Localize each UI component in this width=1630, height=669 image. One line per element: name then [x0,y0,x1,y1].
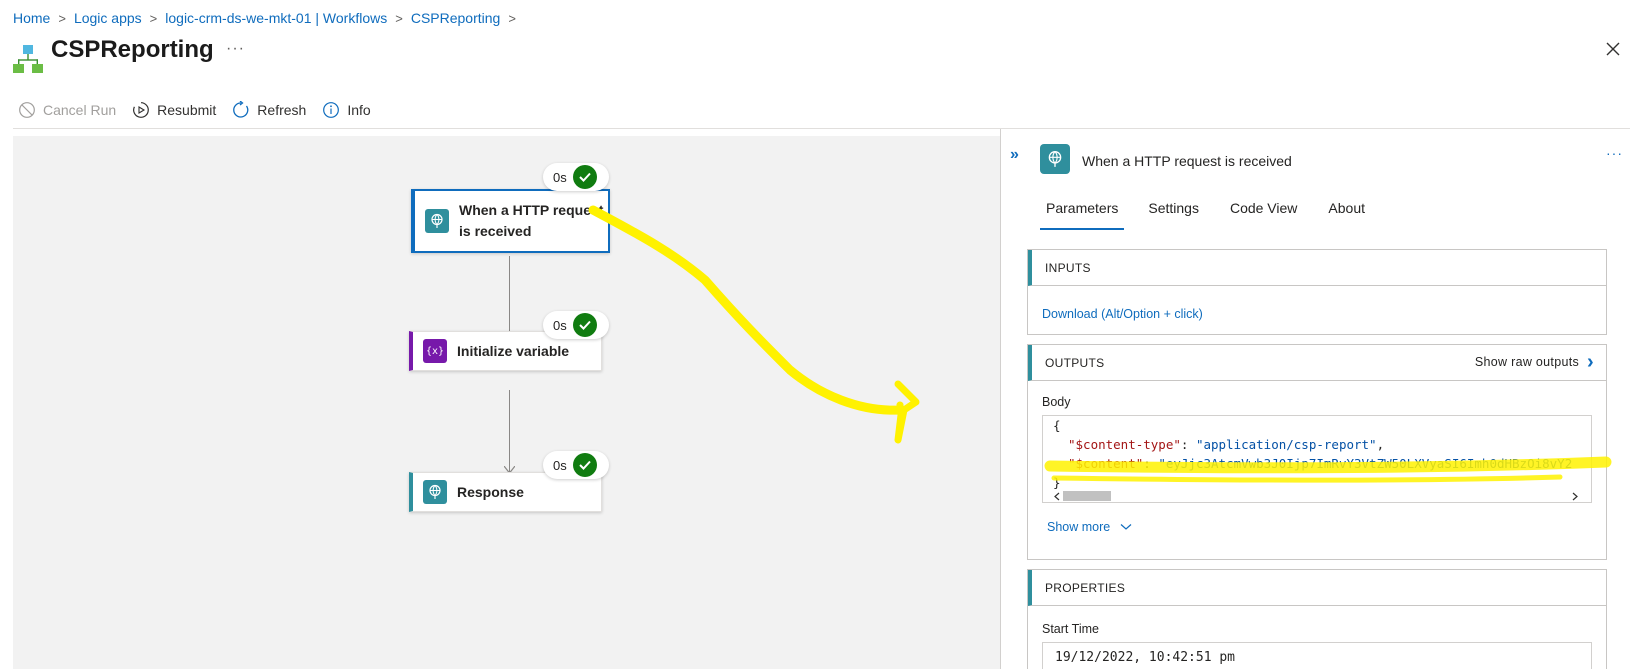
show-raw-outputs-label: Show raw outputs [1474,355,1580,369]
connector-line [509,256,510,340]
toolbar: Cancel Run Resubmit Refresh Info [18,99,387,121]
panel-tabs: Parameters Settings Code View About [1040,200,1371,230]
scroll-right-icon[interactable] [1571,492,1579,501]
download-inputs-link[interactable]: Download (Alt/Option + click) [1042,307,1203,321]
start-time-label: Start Time [1042,622,1099,636]
connector-line [509,390,510,472]
breadcrumb-separator: > [508,10,516,26]
code-key: "$content-type" [1068,437,1181,452]
cancel-run-button[interactable]: Cancel Run [18,101,116,119]
inputs-section: INPUTS Download (Alt/Option + click) [1027,249,1607,335]
scroll-left-icon[interactable] [1053,492,1061,501]
outputs-header-label: OUTPUTS [1045,355,1105,370]
scrollbar-thumb[interactable] [1063,491,1111,501]
response-icon [423,480,447,504]
show-more-button[interactable]: Show more [1047,520,1132,534]
resubmit-label: Resubmit [157,102,217,118]
toolbar-divider [13,128,1630,129]
code-brace: } [1053,475,1061,490]
node-label: Initialize variable [457,342,570,359]
outputs-section: OUTPUTS Show raw outputs › Body { "$cont… [1027,344,1607,560]
cancel-icon [19,102,35,118]
tab-about[interactable]: About [1322,200,1371,230]
body-code-viewer[interactable]: { "$content-type": "application/csp-repo… [1042,415,1592,503]
page-title: CSPReporting [51,36,214,63]
duration-label: 0s [553,169,567,185]
breadcrumb-home[interactable]: Home [13,10,50,26]
duration-label: 0s [553,317,567,333]
breadcrumb-logic-apps[interactable]: Logic apps [74,10,142,26]
info-label: Info [347,102,371,118]
inputs-header: INPUTS [1028,250,1606,286]
code-value: "application/csp-report" [1195,437,1377,452]
breadcrumb-separator: > [58,10,66,26]
node-status-badge: 0s [543,451,609,479]
panel-divider [1000,129,1001,669]
code-key: "$content" [1068,456,1144,471]
node-status-badge: 0s [543,163,609,191]
info-icon [323,102,340,118]
cancel-run-label: Cancel Run [43,102,117,118]
outputs-header: OUTPUTS Show raw outputs › [1028,345,1606,381]
tab-code-view[interactable]: Code View [1224,200,1303,230]
breadcrumb-separator: > [395,10,403,26]
more-options-button[interactable]: ··· [226,40,245,58]
properties-section: PROPERTIES Start Time 19/12/2022, 10:42:… [1027,569,1607,669]
tab-settings[interactable]: Settings [1142,200,1205,230]
success-check-icon [572,453,597,477]
http-request-icon [425,209,449,233]
start-time-value: 19/12/2022, 10:42:51 pm [1042,642,1592,669]
designer-canvas[interactable]: When a HTTP request is received 0s {x} I… [13,136,1001,669]
breadcrumb-separator: > [149,10,158,26]
node-label: Response [457,483,524,500]
breadcrumb-workflow[interactable]: CSPReporting [411,10,501,26]
chevron-right-icon: › [1587,351,1594,373]
close-icon[interactable] [1604,40,1622,58]
refresh-button[interactable]: Refresh [232,101,306,119]
properties-header: PROPERTIES [1028,570,1606,606]
panel-title: When a HTTP request is received [1082,153,1292,169]
workflow-node-http-trigger[interactable]: When a HTTP request is received [411,189,610,253]
body-label: Body [1042,395,1071,409]
resubmit-icon [133,102,150,118]
breadcrumb-workflows[interactable]: logic-crm-ds-we-mkt-01 | Workflows [165,10,387,26]
resubmit-button[interactable]: Resubmit [132,101,216,119]
variable-icon: {x} [423,339,447,363]
tab-parameters[interactable]: Parameters [1040,200,1125,230]
node-status-badge: 0s [543,311,609,339]
success-check-icon [572,313,597,337]
duration-label: 0s [553,457,567,473]
code-brace: { [1053,418,1061,433]
logic-app-workflow-icon [13,45,43,73]
show-more-label: Show more [1047,520,1111,534]
horizontal-scrollbar[interactable] [1043,490,1591,502]
http-request-icon [1040,144,1070,174]
refresh-label: Refresh [257,102,307,118]
info-button[interactable]: Info [322,101,371,119]
panel-more-button[interactable]: ··· [1606,145,1623,161]
show-raw-outputs-button[interactable]: Show raw outputs › [1474,351,1594,373]
refresh-icon [233,101,249,118]
code-value: "eyJjc3AtcmVwb3J0Ijp7ImRvY3VtZW50LXVyaSI… [1158,456,1573,471]
success-check-icon [572,165,597,189]
breadcrumb: Home > Logic apps > logic-crm-ds-we-mkt-… [13,9,524,27]
collapse-panel-button[interactable]: » [1010,146,1019,164]
node-label: When a HTTP request is received [459,202,604,239]
chevron-down-icon [1120,524,1132,530]
